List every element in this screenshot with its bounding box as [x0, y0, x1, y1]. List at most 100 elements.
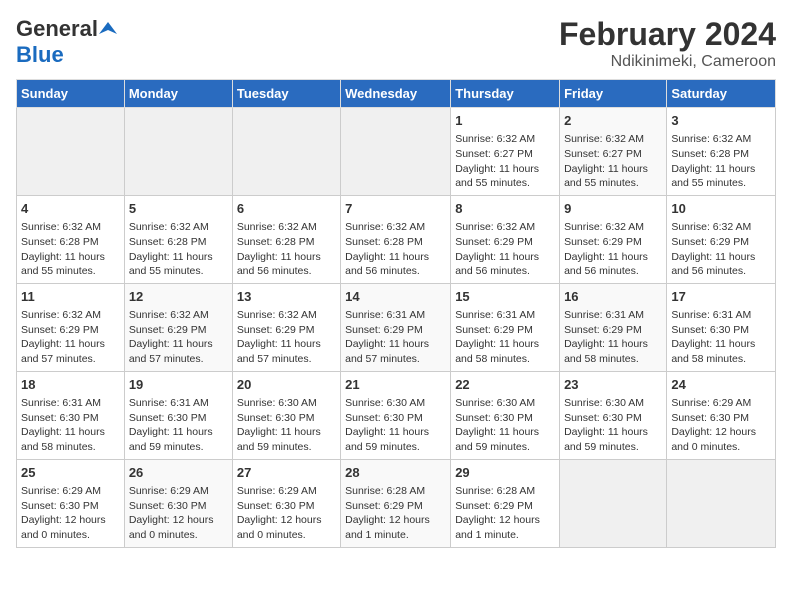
- day-number: 21: [345, 376, 446, 394]
- calendar-day-cell: 8 Sunrise: 6:32 AM Sunset: 6:29 PM Daylig…: [451, 195, 560, 283]
- calendar-day-cell: 2 Sunrise: 6:32 AM Sunset: 6:27 PM Daylig…: [560, 108, 667, 196]
- day-info: Sunrise: 6:30 AM Sunset: 6:30 PM Dayligh…: [237, 396, 336, 455]
- calendar-day-cell: 13 Sunrise: 6:32 AM Sunset: 6:29 PM Dayli…: [232, 283, 340, 371]
- calendar-day-cell: 6Sunrise: 6:32 AM Sunset: 6:28 PM Daylig…: [232, 195, 340, 283]
- day-number: 12: [129, 288, 228, 306]
- day-info: Sunrise: 6:29 AM Sunset: 6:30 PM Dayligh…: [237, 484, 336, 543]
- day-number: 6: [237, 200, 336, 218]
- day-number: 25: [21, 464, 120, 482]
- calendar-day-cell: [232, 108, 340, 196]
- day-info: Sunrise: 6:31 AM Sunset: 6:29 PM Dayligh…: [345, 308, 446, 367]
- page-header: General Blue February 2024 Ndikinimeki, …: [16, 16, 776, 71]
- day-info: Sunrise: 6:32 AM Sunset: 6:29 PM Dayligh…: [564, 220, 662, 279]
- day-info: Sunrise: 6:31 AM Sunset: 6:30 PM Dayligh…: [21, 396, 120, 455]
- day-info: Sunrise: 6:28 AM Sunset: 6:29 PM Dayligh…: [345, 484, 446, 543]
- calendar-table: SundayMondayTuesdayWednesdayThursdayFrid…: [16, 79, 776, 548]
- day-number: 23: [564, 376, 662, 394]
- day-info: Sunrise: 6:32 AM Sunset: 6:29 PM Dayligh…: [671, 220, 771, 279]
- day-info: Sunrise: 6:32 AM Sunset: 6:29 PM Dayligh…: [455, 220, 555, 279]
- day-info: Sunrise: 6:31 AM Sunset: 6:30 PM Dayligh…: [671, 308, 771, 367]
- calendar-day-cell: 18 Sunrise: 6:31 AM Sunset: 6:30 PM Dayli…: [17, 371, 125, 459]
- calendar-day-cell: 3Sunrise: 6:32 AM Sunset: 6:28 PM Daylig…: [667, 108, 776, 196]
- day-info: Sunrise: 6:30 AM Sunset: 6:30 PM Dayligh…: [564, 396, 662, 455]
- calendar-day-cell: 14 Sunrise: 6:31 AM Sunset: 6:29 PM Dayli…: [341, 283, 451, 371]
- day-number: 8: [455, 200, 555, 218]
- day-info: Sunrise: 6:31 AM Sunset: 6:29 PM Dayligh…: [455, 308, 555, 367]
- logo-general: General: [16, 16, 98, 42]
- page-title: February 2024: [559, 16, 776, 53]
- day-number: 2: [564, 112, 662, 130]
- calendar-week-row: 4 Sunrise: 6:32 AM Sunset: 6:28 PM Daylig…: [17, 195, 776, 283]
- day-number: 16: [564, 288, 662, 306]
- day-number: 29: [455, 464, 555, 482]
- day-number: 19: [129, 376, 228, 394]
- calendar-day-cell: [667, 459, 776, 547]
- logo-blue: Blue: [16, 42, 64, 67]
- day-number: 9: [564, 200, 662, 218]
- day-number: 11: [21, 288, 120, 306]
- calendar-day-cell: 5 Sunrise: 6:32 AM Sunset: 6:28 PM Daylig…: [124, 195, 232, 283]
- calendar-day-cell: [124, 108, 232, 196]
- calendar-day-cell: 27 Sunrise: 6:29 AM Sunset: 6:30 PM Dayli…: [232, 459, 340, 547]
- day-number: 4: [21, 200, 120, 218]
- day-number: 26: [129, 464, 228, 482]
- calendar-day-cell: [560, 459, 667, 547]
- day-info: Sunrise: 6:32 AM Sunset: 6:29 PM Dayligh…: [21, 308, 120, 367]
- day-number: 27: [237, 464, 336, 482]
- header-day: Friday: [560, 80, 667, 108]
- header-day: Wednesday: [341, 80, 451, 108]
- day-info: Sunrise: 6:30 AM Sunset: 6:30 PM Dayligh…: [455, 396, 555, 455]
- day-info: Sunrise: 6:32 AM Sunset: 6:27 PM Dayligh…: [564, 132, 662, 191]
- header-day: Sunday: [17, 80, 125, 108]
- calendar-day-cell: 19 Sunrise: 6:31 AM Sunset: 6:30 PM Dayli…: [124, 371, 232, 459]
- calendar-day-cell: 24 Sunrise: 6:29 AM Sunset: 6:30 PM Dayli…: [667, 371, 776, 459]
- calendar-day-cell: [17, 108, 125, 196]
- header-day: Thursday: [451, 80, 560, 108]
- day-info: Sunrise: 6:32 AM Sunset: 6:28 PM Dayligh…: [21, 220, 120, 279]
- calendar-day-cell: 26Sunrise: 6:29 AM Sunset: 6:30 PM Dayli…: [124, 459, 232, 547]
- calendar-day-cell: 20Sunrise: 6:30 AM Sunset: 6:30 PM Dayli…: [232, 371, 340, 459]
- day-info: Sunrise: 6:32 AM Sunset: 6:29 PM Dayligh…: [129, 308, 228, 367]
- header-day: Saturday: [667, 80, 776, 108]
- calendar-day-cell: 10Sunrise: 6:32 AM Sunset: 6:29 PM Dayli…: [667, 195, 776, 283]
- calendar-header: SundayMondayTuesdayWednesdayThursdayFrid…: [17, 80, 776, 108]
- calendar-day-cell: 15Sunrise: 6:31 AM Sunset: 6:29 PM Dayli…: [451, 283, 560, 371]
- day-info: Sunrise: 6:31 AM Sunset: 6:30 PM Dayligh…: [129, 396, 228, 455]
- calendar-day-cell: 12 Sunrise: 6:32 AM Sunset: 6:29 PM Dayli…: [124, 283, 232, 371]
- calendar-day-cell: 22 Sunrise: 6:30 AM Sunset: 6:30 PM Dayli…: [451, 371, 560, 459]
- day-number: 18: [21, 376, 120, 394]
- logo: General Blue: [16, 16, 118, 68]
- day-number: 13: [237, 288, 336, 306]
- calendar-day-cell: 1Sunrise: 6:32 AM Sunset: 6:27 PM Daylig…: [451, 108, 560, 196]
- calendar-week-row: 11 Sunrise: 6:32 AM Sunset: 6:29 PM Dayli…: [17, 283, 776, 371]
- header-day: Tuesday: [232, 80, 340, 108]
- day-number: 1: [455, 112, 555, 130]
- calendar-week-row: 18 Sunrise: 6:31 AM Sunset: 6:30 PM Dayli…: [17, 371, 776, 459]
- day-number: 3: [671, 112, 771, 130]
- calendar-day-cell: 16 Sunrise: 6:31 AM Sunset: 6:29 PM Dayli…: [560, 283, 667, 371]
- day-info: Sunrise: 6:31 AM Sunset: 6:29 PM Dayligh…: [564, 308, 662, 367]
- calendar-day-cell: 29 Sunrise: 6:28 AM Sunset: 6:29 PM Dayli…: [451, 459, 560, 547]
- calendar-day-cell: 28 Sunrise: 6:28 AM Sunset: 6:29 PM Dayli…: [341, 459, 451, 547]
- calendar-day-cell: 9 Sunrise: 6:32 AM Sunset: 6:29 PM Daylig…: [560, 195, 667, 283]
- header-row: SundayMondayTuesdayWednesdayThursdayFrid…: [17, 80, 776, 108]
- day-info: Sunrise: 6:28 AM Sunset: 6:29 PM Dayligh…: [455, 484, 555, 543]
- calendar-week-row: 1 Sunrise: 6:32 AM Sunset: 6:27 PM Daylig…: [17, 108, 776, 196]
- calendar-day-cell: 21Sunrise: 6:30 AM Sunset: 6:30 PM Dayli…: [341, 371, 451, 459]
- day-number: 17: [671, 288, 771, 306]
- day-info: Sunrise: 6:29 AM Sunset: 6:30 PM Dayligh…: [671, 396, 771, 455]
- day-number: 24: [671, 376, 771, 394]
- day-number: 28: [345, 464, 446, 482]
- title-block: February 2024 Ndikinimeki, Cameroon: [559, 16, 776, 71]
- calendar-day-cell: 11 Sunrise: 6:32 AM Sunset: 6:29 PM Dayli…: [17, 283, 125, 371]
- day-number: 22: [455, 376, 555, 394]
- day-number: 7: [345, 200, 446, 218]
- calendar-day-cell: 7Sunrise: 6:32 AM Sunset: 6:28 PM Daylig…: [341, 195, 451, 283]
- day-number: 14: [345, 288, 446, 306]
- logo-bird-icon: [99, 20, 117, 38]
- calendar-day-cell: 25Sunrise: 6:29 AM Sunset: 6:30 PM Dayli…: [17, 459, 125, 547]
- calendar-day-cell: 17 Sunrise: 6:31 AM Sunset: 6:30 PM Dayli…: [667, 283, 776, 371]
- day-info: Sunrise: 6:32 AM Sunset: 6:28 PM Dayligh…: [129, 220, 228, 279]
- day-info: Sunrise: 6:32 AM Sunset: 6:29 PM Dayligh…: [237, 308, 336, 367]
- day-number: 5: [129, 200, 228, 218]
